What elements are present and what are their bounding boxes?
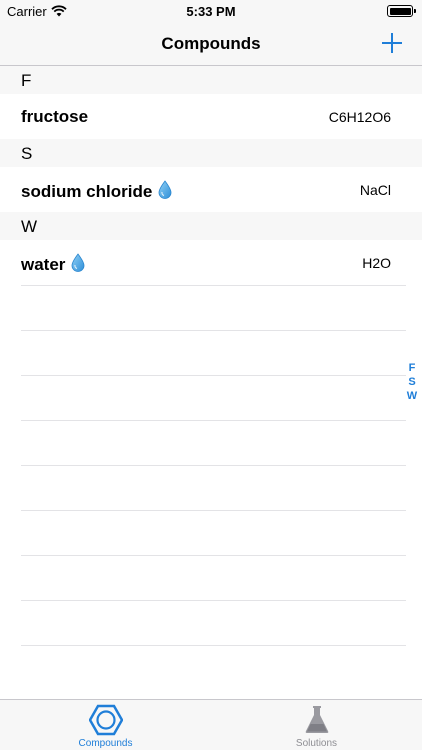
list-item-water[interactable]: water H2O	[0, 240, 422, 285]
list-item-fructose[interactable]: fructose C6H12O6	[0, 94, 422, 139]
row-separator	[21, 555, 406, 556]
row-separator	[21, 510, 406, 511]
compound-formula: NaCl	[359, 182, 391, 198]
water-drop-icon	[71, 253, 85, 277]
list-item-sodium-chloride[interactable]: sodium chloride NaCl	[0, 167, 422, 212]
water-drop-icon	[158, 180, 172, 204]
page-title: Compounds	[161, 34, 261, 53]
tab-bar: Compounds Solutions	[0, 699, 422, 750]
flask-icon	[304, 704, 330, 739]
compound-name: sodium chloride	[21, 182, 153, 201]
section-index[interactable]: F S W	[405, 361, 419, 403]
compound-formula: H2O	[362, 255, 391, 271]
tab-label: Compounds	[78, 738, 133, 749]
section-header-s: S	[0, 139, 422, 167]
row-separator	[21, 330, 406, 331]
index-letter-w[interactable]: W	[407, 389, 417, 403]
tab-solutions[interactable]: Solutions	[211, 700, 422, 750]
compound-formula: C6H12O6	[328, 109, 391, 125]
status-time: 5:33 PM	[186, 4, 236, 19]
tab-compounds[interactable]: Compounds	[0, 700, 211, 750]
row-separator	[21, 285, 406, 286]
row-separator	[21, 600, 406, 601]
index-letter-s[interactable]: S	[408, 375, 415, 389]
section-header-w: W	[0, 212, 422, 240]
plus-icon	[382, 33, 402, 53]
section-header-f: F	[0, 66, 422, 94]
compound-name: water	[21, 255, 66, 274]
empty-row-separators	[21, 285, 406, 690]
add-compound-button[interactable]	[379, 30, 405, 56]
index-letter-f[interactable]: F	[409, 361, 416, 375]
tab-label: Solutions	[295, 738, 338, 749]
compound-name: fructose	[21, 107, 89, 126]
battery-icon	[387, 5, 416, 17]
status-bar: Carrier 5:33 PM	[0, 0, 422, 22]
row-separator	[21, 420, 406, 421]
row-separator	[21, 375, 406, 376]
navigation-bar: Compounds	[0, 22, 422, 66]
hexagon-icon	[88, 704, 123, 741]
row-separator	[21, 645, 406, 646]
row-separator	[21, 465, 406, 466]
compound-list: F fructose C6H12O6 S sodium chloride NaC…	[0, 66, 422, 285]
